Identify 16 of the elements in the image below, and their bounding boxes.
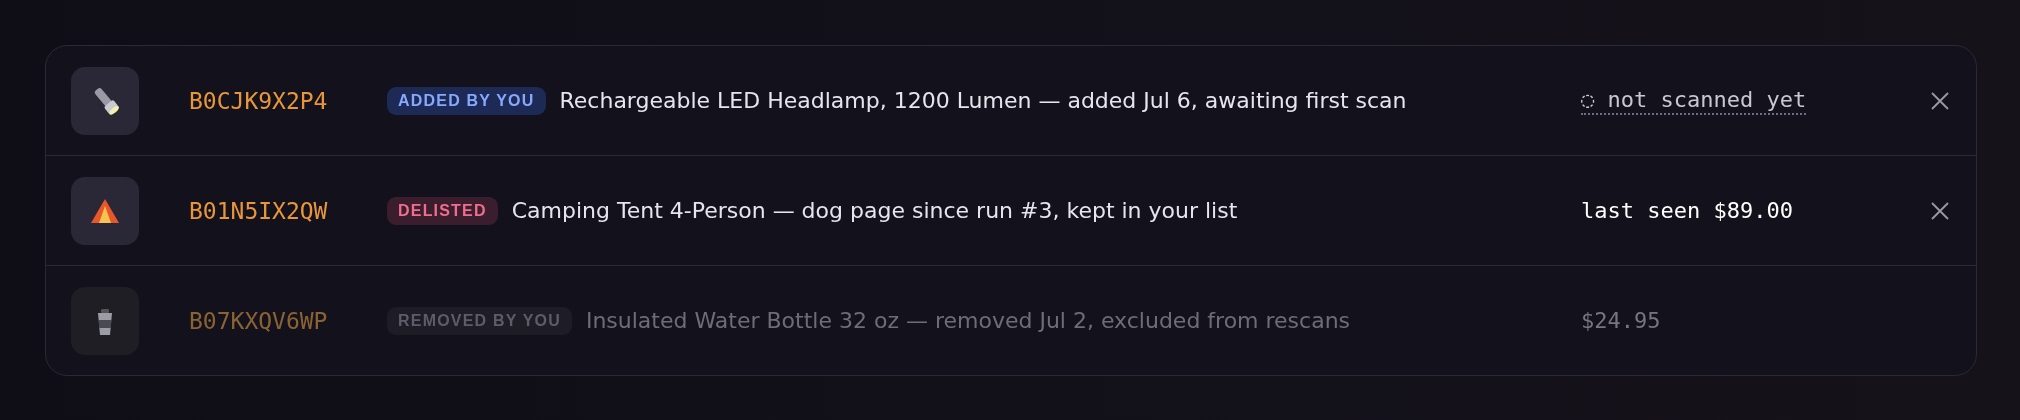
scan-status: ◌ not scanned yet xyxy=(1581,86,1807,115)
close-icon xyxy=(1929,89,1951,112)
close-icon xyxy=(1929,199,1951,222)
product-description: Insulated Water Bottle 32 oz — removed Jul 2, excluded from rescans xyxy=(585,308,1351,333)
price: last seen $89.00 xyxy=(1581,198,1793,223)
product-description: Rechargeable LED Headlamp, 1200 Lumen — added Jul 6, awaiting first scan xyxy=(559,88,1407,113)
status-badge: REMOVED BY YOU xyxy=(387,306,572,335)
remove-button[interactable] xyxy=(1929,199,1951,222)
product-description: Camping Tent 4-Person — dog page since run #3, kept in your list xyxy=(511,198,1238,223)
asin-code: B0CJK9X2P4 xyxy=(189,87,329,114)
asin-code: B07KXQV6WP xyxy=(189,307,329,334)
asin-code: B01N5IX2QW xyxy=(189,197,329,224)
status-badge: DELISTED xyxy=(387,196,498,225)
price: $24.95 xyxy=(1581,308,1661,333)
remove-button[interactable] xyxy=(1929,89,1951,112)
status-badge: ADDED BY YOU xyxy=(387,86,546,115)
